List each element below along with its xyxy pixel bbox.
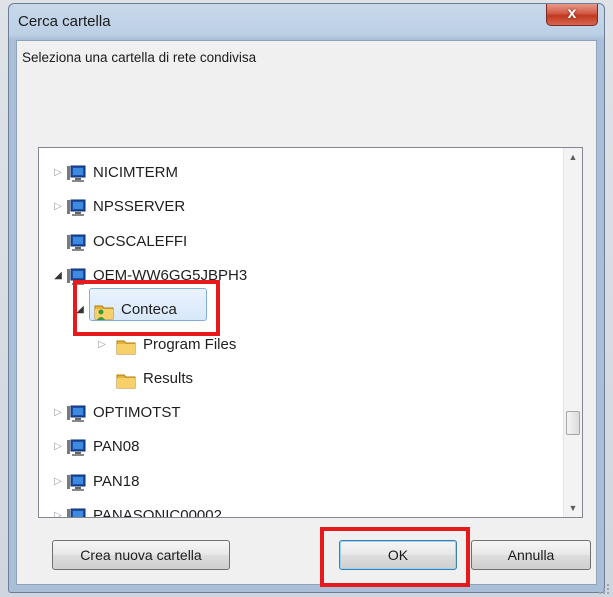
dialog-prompt: Seleziona una cartella di rete condivisa — [22, 50, 257, 65]
scroll-down-arrow-icon[interactable]: ▼ — [564, 499, 582, 517]
tree-item-label: Program Files — [143, 335, 237, 353]
close-button[interactable]: x — [546, 4, 598, 26]
tree-item[interactable]: ▷ NPSSERVER — [39, 192, 559, 222]
tree-item-label: PANASONIC00002 — [93, 507, 222, 518]
tree-item-label: Results — [143, 369, 194, 387]
cancel-button[interactable]: Annulla — [471, 540, 591, 570]
folder-icon — [115, 336, 137, 361]
tree-item[interactable]: Results — [39, 364, 559, 394]
collapsed-arrow-icon[interactable]: ▷ — [53, 476, 63, 487]
network-computer-icon — [65, 438, 87, 463]
network-computer-icon — [65, 164, 87, 189]
tree-item-label: NICIMTERM — [93, 164, 178, 181]
tree-item-label: OCSCALEFFI — [93, 232, 188, 250]
network-computer-icon — [65, 198, 87, 223]
title-bar[interactable]: Cerca cartella x — [9, 4, 604, 40]
conteca-highlight-box — [73, 280, 220, 336]
collapsed-arrow-icon[interactable]: ▷ — [53, 201, 63, 212]
tree-item[interactable]: ▷ OPTIMOTST — [39, 398, 559, 428]
tree-item[interactable]: ▷ PAN08 — [39, 432, 559, 462]
tree-item[interactable]: ▷ PANASONIC00002 — [39, 501, 559, 518]
tree-item-label: NPSSERVER — [93, 198, 186, 216]
scroll-up-arrow-icon[interactable]: ▲ — [564, 148, 582, 166]
vertical-scrollbar[interactable]: ▲ ▼ — [563, 148, 582, 517]
resize-grip-icon[interactable] — [598, 583, 610, 595]
collapsed-arrow-icon[interactable]: ▷ — [53, 407, 63, 418]
folder-icon — [115, 370, 137, 395]
tree-item-label: PAN18 — [93, 472, 140, 490]
dialog-title: Cerca cartella — [18, 13, 111, 30]
collapsed-arrow-icon[interactable]: ▷ — [53, 510, 63, 517]
tree-item-label: OPTIMOTST — [93, 404, 181, 422]
tree-item[interactable]: ▷ PAN18 — [39, 467, 559, 497]
expanded-arrow-icon[interactable]: ◢ — [53, 270, 63, 281]
network-computer-icon — [65, 507, 87, 517]
network-computer-icon — [65, 233, 87, 258]
tree-item[interactable]: OCSCALEFFI — [39, 227, 559, 257]
collapsed-arrow-icon[interactable]: ▷ — [53, 167, 63, 178]
new-folder-button[interactable]: Crea nuova cartella — [52, 540, 230, 570]
tree-item[interactable]: ▷ NICIMTERM — [39, 158, 559, 188]
collapsed-arrow-icon[interactable]: ▷ — [97, 339, 107, 350]
close-icon: x — [567, 5, 577, 22]
collapsed-arrow-icon[interactable]: ▷ — [53, 441, 63, 452]
ok-highlight-box — [320, 527, 470, 587]
tree-item-label: PAN08 — [93, 438, 140, 456]
network-computer-icon — [65, 404, 87, 429]
scrollbar-thumb[interactable] — [566, 411, 580, 435]
network-computer-icon — [65, 473, 87, 498]
